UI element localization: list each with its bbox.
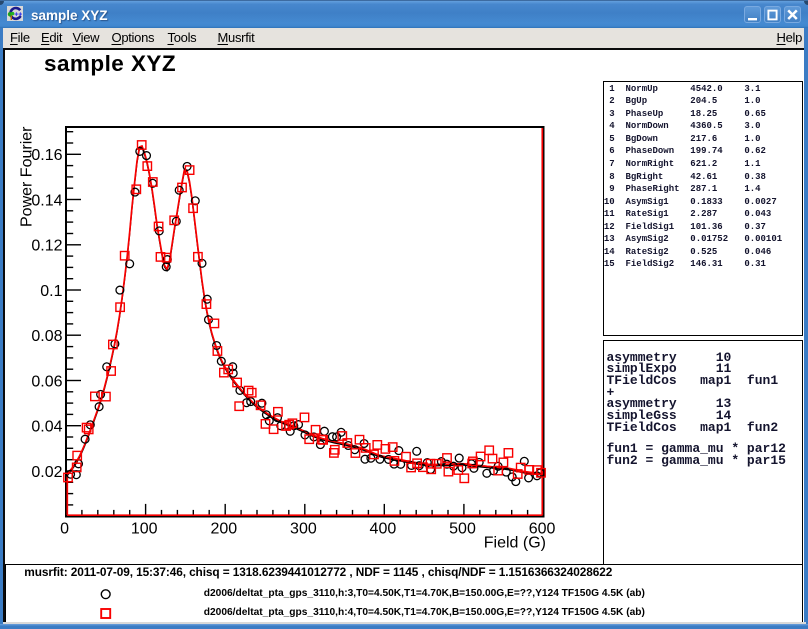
svg-text:300: 300	[290, 521, 317, 538]
svg-text:0.06: 0.06	[31, 373, 62, 390]
svg-text:Power Fourier: Power Fourier	[19, 126, 36, 227]
svg-text:0: 0	[60, 521, 69, 538]
svg-text:0.04: 0.04	[31, 419, 62, 436]
svg-text:0.02: 0.02	[31, 464, 62, 481]
svg-text:500: 500	[449, 521, 476, 538]
svg-text:0.14: 0.14	[31, 192, 62, 209]
svg-text:400: 400	[370, 521, 397, 538]
svg-text:0.08: 0.08	[31, 328, 62, 345]
svg-text:100: 100	[131, 521, 158, 538]
svg-text:200: 200	[210, 521, 237, 538]
svg-text:0.12: 0.12	[31, 238, 62, 255]
svg-text:0.1: 0.1	[40, 283, 62, 300]
svg-text:Field (G): Field (G)	[484, 535, 546, 552]
svg-text:0.16: 0.16	[31, 147, 62, 164]
